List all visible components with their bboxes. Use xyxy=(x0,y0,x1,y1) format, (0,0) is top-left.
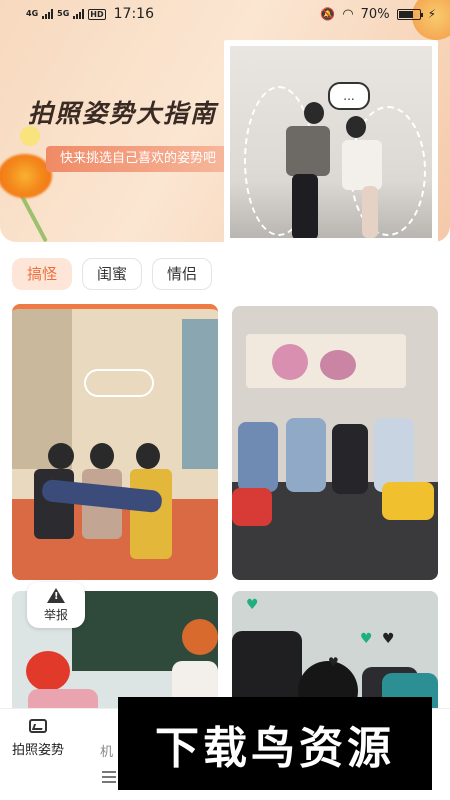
report-button[interactable]: 举报 xyxy=(27,582,85,628)
flower-decoration xyxy=(0,154,52,198)
pose-card[interactable] xyxy=(12,304,218,580)
pose-card[interactable] xyxy=(232,306,438,580)
menu-icon[interactable] xyxy=(102,771,116,783)
signal-icon xyxy=(73,9,85,19)
window-background xyxy=(182,319,218,469)
person-head xyxy=(48,443,74,469)
person-head xyxy=(182,619,218,655)
nav-label: 机 xyxy=(100,745,114,760)
person-head xyxy=(26,651,70,691)
person-body xyxy=(130,469,172,559)
hero-title: 拍照姿势大指南 xyxy=(28,99,218,128)
network-indicator: 5G xyxy=(57,9,70,18)
heart-icon: ♥ xyxy=(246,597,259,613)
nav-item-poses[interactable]: 拍照姿势 xyxy=(12,719,64,758)
person-body xyxy=(382,482,434,520)
warning-icon xyxy=(47,587,65,603)
nav-item-second[interactable]: 机 xyxy=(100,741,113,760)
flower-decoration xyxy=(320,350,356,380)
hd-badge: HD xyxy=(88,8,106,20)
person-head xyxy=(136,443,160,469)
watermark: 下载鸟资源 xyxy=(118,697,432,790)
status-bar: 4G 5G HD 17:16 🔕 ◠ 70% ⚡ xyxy=(0,0,450,28)
person-legs xyxy=(238,422,278,492)
category-tabs: 搞怪 闺蜜 情侣 xyxy=(12,258,213,290)
battery-icon xyxy=(396,8,423,20)
hero-photo: ... xyxy=(224,40,438,242)
person-body xyxy=(232,488,272,526)
flower-decoration xyxy=(272,344,308,380)
hero-subtitle: 快来挑选自己喜欢的姿势吧 xyxy=(46,146,231,172)
report-label: 举报 xyxy=(43,607,68,622)
charging-icon: ⚡ xyxy=(427,7,436,21)
person-legs xyxy=(332,424,368,494)
cloud-icon xyxy=(84,369,154,397)
image-icon xyxy=(29,719,47,733)
speech-bubble-icon: ... xyxy=(328,82,370,110)
battery-percent: 70% xyxy=(360,6,390,22)
wifi-icon: ◠ xyxy=(342,6,354,22)
heart-icon: ♥ xyxy=(328,655,339,669)
signal-icon xyxy=(42,9,54,19)
heart-icon: ♥ xyxy=(360,631,373,647)
person-legs xyxy=(374,418,414,492)
tab-funny[interactable]: 搞怪 xyxy=(12,258,73,290)
tab-couple[interactable]: 情侣 xyxy=(152,258,213,290)
hero-banner[interactable]: 拍照姿势大指南 快来挑选自己喜欢的姿势吧 ... xyxy=(0,0,450,242)
person-head xyxy=(90,443,114,469)
mute-icon: 🔕 xyxy=(320,7,336,21)
tab-bestie[interactable]: 闺蜜 xyxy=(82,258,143,290)
couple-photo: ... xyxy=(230,46,432,238)
network-indicator: 4G xyxy=(26,9,39,18)
heart-icon: ♥ xyxy=(382,631,395,647)
clock: 17:16 xyxy=(113,6,154,22)
person-legs xyxy=(286,418,326,492)
nav-label: 拍照姿势 xyxy=(12,743,65,758)
